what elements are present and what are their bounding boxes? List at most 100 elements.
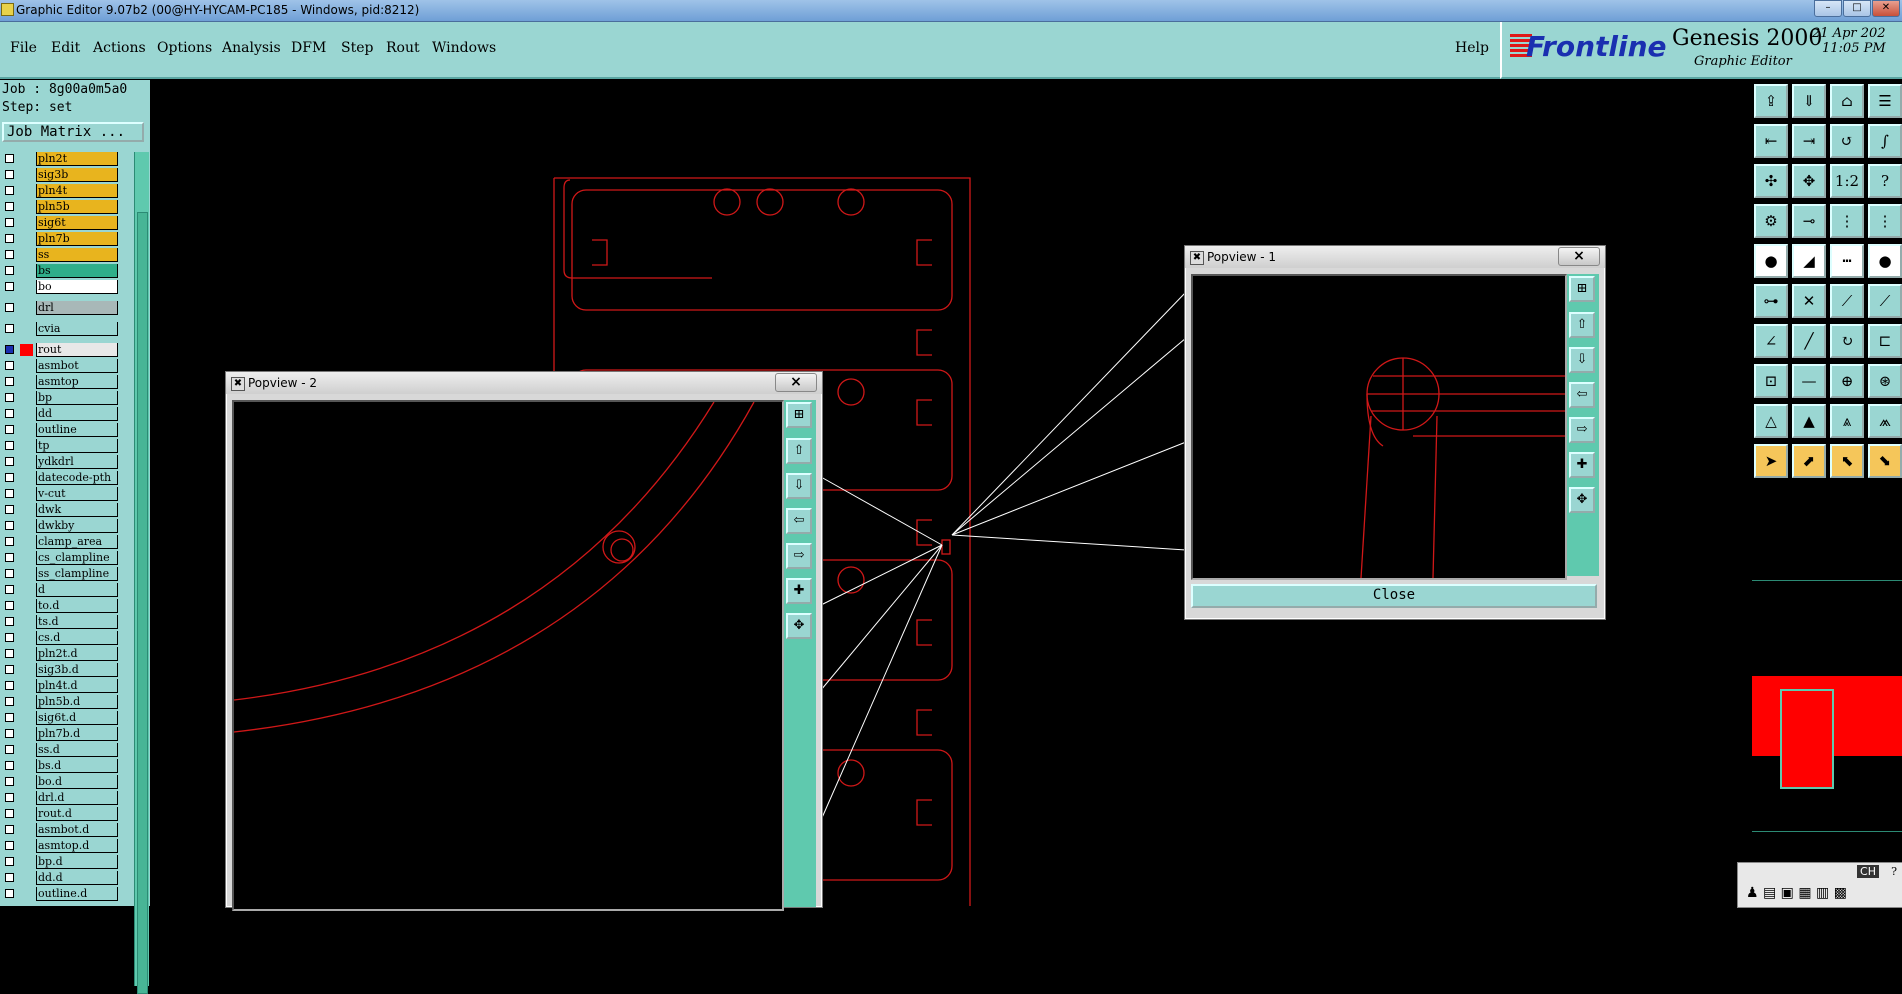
layer-row[interactable]: asmtop (0, 375, 120, 389)
tool-select3-icon[interactable]: ⬉ (1830, 444, 1864, 478)
layer-row[interactable]: pln5b.d (0, 695, 120, 709)
layer-checkbox[interactable] (5, 218, 14, 227)
tool-select2-icon[interactable]: ⬈ (1792, 444, 1826, 478)
tool-link2-icon[interactable]: ⟋ (1868, 284, 1902, 318)
layer-checkbox[interactable] (5, 170, 14, 179)
tool-scale-icon[interactable]: ↺ (1830, 124, 1864, 158)
layer-row[interactable]: pln7b.d (0, 727, 120, 741)
layer-checkbox[interactable] (5, 505, 14, 514)
layer-row[interactable]: dwk (0, 503, 120, 517)
tool-list-icon[interactable]: ☰ (1868, 84, 1902, 118)
tool-fit-icon[interactable]: ✣ (1754, 164, 1788, 198)
tool-snap-icon[interactable]: ⊡ (1754, 364, 1788, 398)
tool-right-icon[interactable]: ⇥ (1792, 124, 1826, 158)
popview-1-close-bottom-button[interactable]: Close (1191, 584, 1597, 608)
pv1-pan-up-icon[interactable]: ⇧ (1569, 312, 1595, 338)
layer-checkbox[interactable] (5, 649, 14, 658)
maximize-button[interactable]: □ (1843, 0, 1871, 17)
layer-scrollbar-thumb[interactable] (137, 212, 148, 994)
layer-row[interactable]: outline.d (0, 887, 120, 901)
layer-checkbox[interactable] (5, 234, 14, 243)
popview-1-close-button[interactable]: × (1558, 247, 1600, 266)
layer-row[interactable]: sig3b.d (0, 663, 120, 677)
tool-net2-icon[interactable]: ⋮ (1868, 204, 1902, 238)
layer-checkbox[interactable] (5, 617, 14, 626)
layer-row[interactable]: pln4t.d (0, 679, 120, 693)
tool-film-icon[interactable]: ⚙ (1754, 204, 1788, 238)
tool-line-icon[interactable]: ╱ (1792, 324, 1826, 358)
layer-checkbox[interactable] (5, 681, 14, 690)
layer-checkbox[interactable] (5, 409, 14, 418)
layer-row[interactable]: bp.d (0, 855, 120, 869)
layer-row[interactable]: pln5b (0, 200, 120, 214)
tool-select-icon[interactable]: ➤ (1754, 444, 1788, 478)
tool-pad-icon[interactable]: ● (1754, 244, 1788, 278)
layer-checkbox[interactable] (5, 841, 14, 850)
tool-tri1-icon[interactable]: △ (1754, 404, 1788, 438)
layer-row[interactable]: asmbot (0, 359, 120, 373)
layer-row[interactable]: drl (0, 301, 120, 315)
popview-1-view[interactable] (1191, 274, 1567, 580)
layer-checkbox[interactable] (5, 303, 14, 312)
layer-checkbox[interactable] (5, 745, 14, 754)
layer-checkbox[interactable] (5, 521, 14, 530)
menu-options[interactable]: Options (157, 40, 212, 56)
tool-net-icon[interactable]: ⋮ (1830, 204, 1864, 238)
layer-checkbox[interactable] (5, 537, 14, 546)
layer-row[interactable]: tp (0, 439, 120, 453)
layer-checkbox[interactable] (5, 569, 14, 578)
layer-scrollbar[interactable] (134, 152, 149, 994)
tray-apps-icon[interactable]: ♟ ▤ ▣ ▦ ▥ ▩ (1746, 885, 1847, 901)
layer-row[interactable]: pln2t.d (0, 647, 120, 661)
layer-checkbox[interactable] (5, 393, 14, 402)
layer-row[interactable]: sig6t.d (0, 711, 120, 725)
layer-checkbox[interactable] (5, 697, 14, 706)
tool-save-icon[interactable]: ⇓ (1792, 84, 1826, 118)
tool-select4-icon[interactable]: ⬊ (1868, 444, 1902, 478)
tool-help-icon[interactable]: ? (1868, 164, 1902, 198)
tool-group-icon[interactable]: ⊛ (1868, 364, 1902, 398)
popview-2-view[interactable] (232, 400, 784, 911)
layer-row[interactable]: datecode-pth (0, 471, 120, 485)
layer-row[interactable]: dd (0, 407, 120, 421)
menu-windows[interactable]: Windows (432, 40, 496, 56)
layer-checkbox[interactable] (5, 729, 14, 738)
layer-checkbox[interactable] (5, 250, 14, 259)
layer-row[interactable]: bs (0, 264, 120, 278)
layer-row[interactable]: dwkby (0, 519, 120, 533)
layer-checkbox[interactable] (5, 761, 14, 770)
layer-checkbox[interactable] (5, 489, 14, 498)
pv1-zoom-out-icon[interactable]: ✥ (1569, 487, 1595, 513)
pv2-pan-down-icon[interactable]: ⇩ (786, 473, 812, 499)
tool-ratio-icon[interactable]: 1:2 (1830, 164, 1864, 198)
pv2-pan-up-icon[interactable]: ⇧ (786, 438, 812, 464)
layer-checkbox[interactable] (5, 857, 14, 866)
layer-checkbox[interactable] (5, 777, 14, 786)
layer-checkbox[interactable] (5, 825, 14, 834)
tool-open-icon[interactable]: ⇪ (1754, 84, 1788, 118)
layer-row[interactable]: pln4t (0, 184, 120, 198)
pv2-fit-icon[interactable]: ⊞ (786, 402, 812, 428)
menu-step[interactable]: Step (341, 40, 373, 56)
layer-checkbox[interactable] (5, 324, 14, 333)
menu-rout[interactable]: Rout (386, 40, 420, 56)
tool-dot-icon[interactable]: ● (1868, 244, 1902, 278)
tool-arc-icon[interactable]: ↻ (1830, 324, 1864, 358)
menu-help[interactable]: Help (1455, 40, 1489, 56)
layer-row[interactable]: to.d (0, 599, 120, 613)
layer-row[interactable]: bs.d (0, 759, 120, 773)
close-window-button[interactable]: ✕ (1872, 0, 1900, 17)
tool-curve-icon[interactable]: ∫ (1868, 124, 1902, 158)
popview-2-close-button[interactable]: × (775, 373, 817, 392)
layer-checkbox[interactable] (5, 361, 14, 370)
tool-home-icon[interactable]: ⌂ (1830, 84, 1864, 118)
menu-dfm[interactable]: DFM (291, 40, 326, 56)
tool-tri4-icon[interactable]: ⩕ (1868, 404, 1902, 438)
layer-row[interactable]: asmtop.d (0, 839, 120, 853)
layer-checkbox[interactable] (5, 266, 14, 275)
tool-angle-icon[interactable]: ∠ (1754, 324, 1788, 358)
layer-checkbox[interactable] (5, 457, 14, 466)
layer-row[interactable]: cs_clampline (0, 551, 120, 565)
layer-checkbox[interactable] (5, 889, 14, 898)
pv2-pan-left-icon[interactable]: ⇦ (786, 508, 812, 534)
